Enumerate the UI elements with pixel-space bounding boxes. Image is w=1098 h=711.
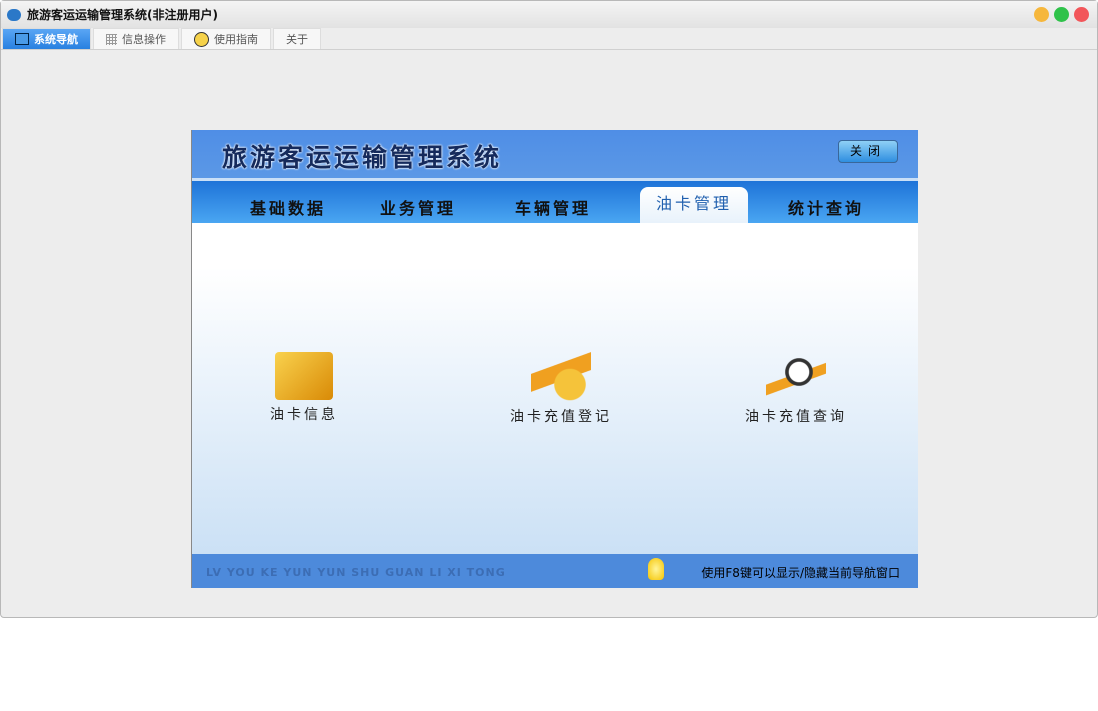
nav-basic-data[interactable]: 基础数据 — [250, 195, 326, 219]
footer-pinyin: LV YOU KE YUN YUN SHU GUAN LI XI TONG — [206, 566, 506, 579]
monitor-icon — [15, 33, 29, 45]
item-fuel-card-info[interactable]: 油卡信息 — [270, 352, 338, 424]
module-nav: 基础数据 业务管理 车辆管理 油卡管理 统计查询 — [192, 178, 918, 223]
tab-guide[interactable]: 使用指南 — [181, 28, 271, 49]
panel-footer: LV YOU KE YUN YUN SHU GUAN LI XI TONG 使用… — [192, 554, 918, 588]
nav-panel: 旅游客运运输管理系统 关闭 基础数据 业务管理 车辆管理 油卡管理 统计查询 油… — [191, 130, 918, 588]
window-title: 旅游客运运输管理系统(非注册用户) — [27, 8, 218, 22]
minimize-button[interactable] — [1034, 7, 1049, 22]
tab-about[interactable]: 关于 — [273, 28, 321, 49]
coins-icon — [531, 352, 591, 402]
close-button[interactable]: 关闭 — [838, 140, 898, 163]
magnifier-icon — [766, 352, 826, 402]
bulb-icon — [194, 31, 209, 47]
nav-business[interactable]: 业务管理 — [380, 195, 456, 219]
maximize-button[interactable] — [1054, 7, 1069, 22]
app-logo-icon — [7, 8, 21, 21]
tab-info-ops[interactable]: 信息操作 — [93, 28, 179, 49]
item-recharge-register[interactable]: 油卡充值登记 — [510, 352, 612, 426]
panel-title: 旅游客运运输管理系统 — [222, 143, 503, 172]
item-recharge-query[interactable]: 油卡充值查询 — [745, 352, 847, 426]
nav-vehicles[interactable]: 车辆管理 — [515, 195, 591, 219]
tab-system-nav[interactable]: 系统导航 — [2, 28, 91, 49]
title-bar: 旅游客运运输管理系统(非注册用户) — [1, 1, 1097, 28]
tab-bar: 系统导航 信息操作 使用指南 关于 — [1, 28, 1097, 50]
grid-icon — [106, 33, 117, 45]
footer-tip: 使用F8键可以显示/隐藏当前导航窗口 — [701, 566, 900, 580]
close-window-button[interactable] — [1074, 7, 1089, 22]
nav-fuel-card[interactable]: 油卡管理 — [640, 187, 749, 223]
card-icon — [275, 352, 333, 400]
nav-statistics[interactable]: 统计查询 — [788, 195, 864, 219]
bulb-icon — [648, 558, 664, 580]
